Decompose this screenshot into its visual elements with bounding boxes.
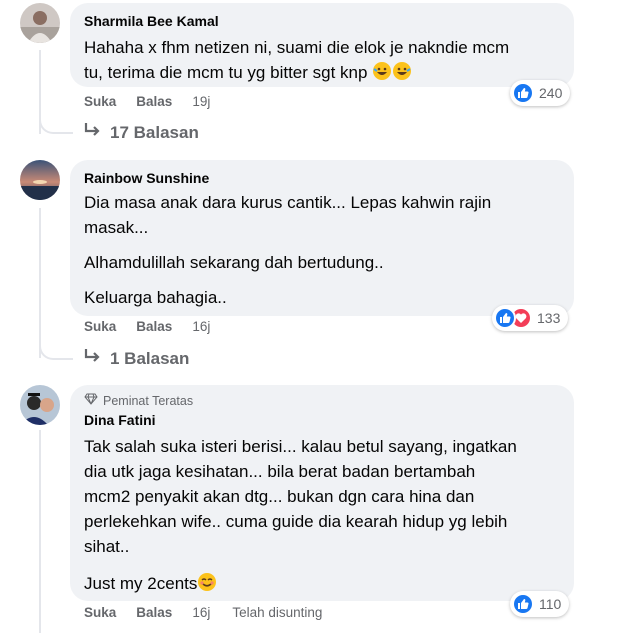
rofl-emoji-icon — [372, 61, 392, 81]
reaction-summary[interactable]: 133 — [492, 305, 569, 331]
reply-connector — [39, 336, 73, 360]
comment-actions: Suka Balas 16j Telah disunting — [84, 605, 322, 620]
comment-author[interactable]: Dina Fatini — [84, 411, 560, 429]
comment-text: perlekehkan wife.. cuma guide dia kearah… — [84, 512, 508, 531]
rofl-emoji-icon — [392, 61, 412, 81]
comment-text: mcm2 penyakit akan dtg... bukan dgn cara… — [84, 487, 475, 506]
comment-text: Alhamdulillah sekarang dah bertudung.. — [84, 253, 384, 272]
like-button[interactable]: Suka — [84, 605, 116, 620]
avatar[interactable] — [20, 385, 60, 425]
avatar[interactable] — [20, 3, 60, 43]
reply-connector — [39, 110, 73, 134]
like-icon — [494, 307, 516, 329]
view-replies-button[interactable]: 1 Balasan — [84, 348, 189, 369]
badge-label: Peminat Teratas — [103, 394, 194, 408]
comment-text: dia utk jaga kesihatan... bila berat bad… — [84, 462, 476, 481]
comment-bubble: Peminat Teratas Dina Fatini Tak salah su… — [70, 385, 574, 601]
comment-text: sihat.. — [84, 537, 130, 556]
like-button[interactable]: Suka — [84, 319, 116, 334]
reaction-count: 110 — [539, 596, 562, 612]
thread-line — [39, 430, 41, 633]
replies-count-label: 17 Balasan — [110, 122, 199, 142]
comment-timestamp[interactable]: 16j — [192, 605, 210, 620]
comment-text-line: tu, terima die mcm tu yg bitter sgt knp — [84, 60, 560, 85]
comment-text: masak... — [84, 218, 149, 237]
reply-button[interactable]: Balas — [136, 94, 172, 109]
comment-text-line: Just my 2cents — [84, 571, 560, 596]
reply-button[interactable]: Balas — [136, 605, 172, 620]
comment-actions: Suka Balas 19j — [84, 94, 232, 109]
edited-label[interactable]: Telah disunting — [232, 605, 322, 620]
comment-actions: Suka Balas 16j — [84, 319, 232, 334]
reaction-summary[interactable]: 110 — [510, 591, 570, 617]
like-icon — [512, 593, 534, 615]
comment-timestamp[interactable]: 16j — [192, 319, 210, 334]
like-button[interactable]: Suka — [84, 94, 116, 109]
reply-button[interactable]: Balas — [136, 319, 172, 334]
comment-text: Dia masa anak dara kurus cantik... Lepas… — [84, 193, 492, 212]
comment-author[interactable]: Rainbow Sunshine — [84, 169, 560, 187]
reaction-summary[interactable]: 240 — [510, 80, 571, 106]
top-fan-badge[interactable]: Peminat Teratas — [84, 393, 560, 409]
comment-bubble: Rainbow Sunshine Dia masa anak dara kuru… — [70, 160, 574, 316]
reaction-count: 240 — [539, 85, 563, 101]
reply-arrow-icon — [84, 348, 102, 369]
diamond-icon — [84, 393, 98, 409]
smiling-emoji-icon — [197, 572, 217, 592]
like-icon — [512, 82, 534, 104]
avatar[interactable] — [20, 160, 60, 200]
comment-bubble: Sharmila Bee Kamal Hahaha x fhm netizen … — [70, 3, 574, 87]
comment-text: Tak salah suka isteri berisi... kalau be… — [84, 437, 517, 456]
comment-text: Hahaha x fhm netizen ni, suami die elok … — [84, 38, 510, 57]
reaction-count: 133 — [537, 310, 561, 326]
comment-text: Keluarga bahagia.. — [84, 288, 227, 307]
comment-author[interactable]: Sharmila Bee Kamal — [84, 12, 560, 30]
reply-arrow-icon — [84, 122, 102, 143]
comment-timestamp[interactable]: 19j — [192, 94, 210, 109]
replies-count-label: 1 Balasan — [110, 348, 190, 368]
view-replies-button[interactable]: 17 Balasan — [84, 122, 199, 143]
